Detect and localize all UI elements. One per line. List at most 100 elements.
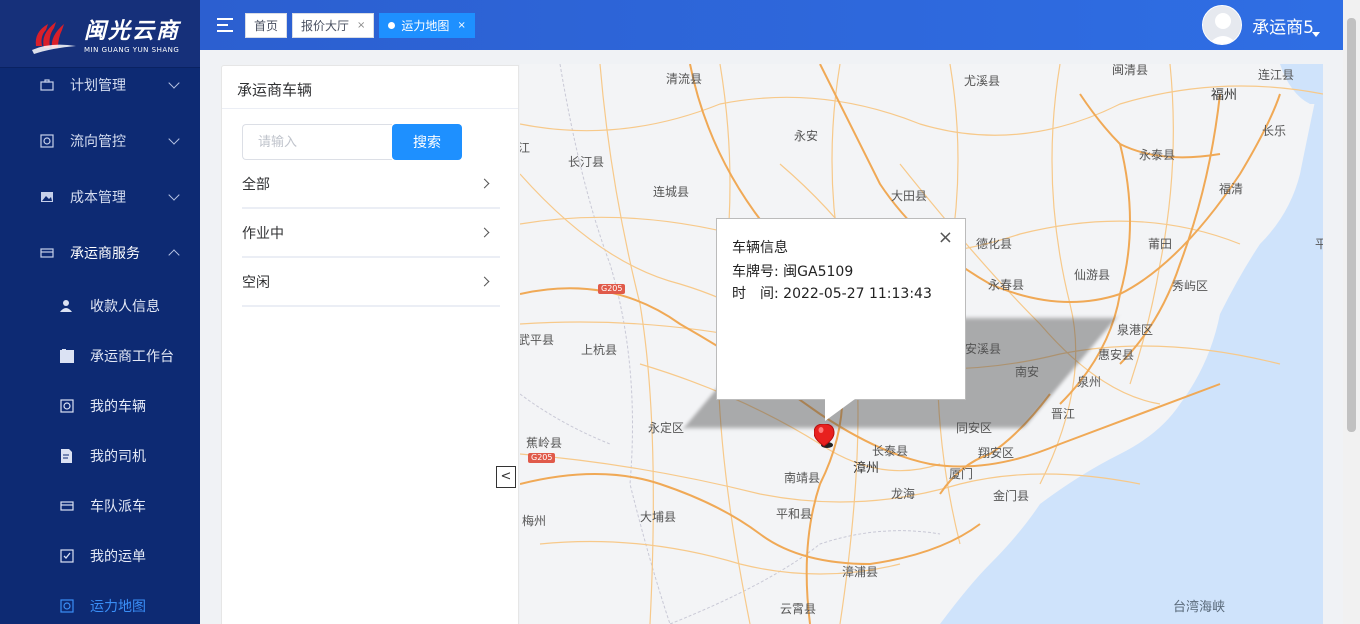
filter-label: 全部	[242, 176, 270, 193]
tab-home[interactable]: 首页	[245, 12, 288, 38]
map-label: 漳州	[853, 461, 880, 476]
map-label: 云霄县	[780, 602, 817, 616]
chevron-down-icon	[168, 77, 180, 89]
map-label: 金门县	[993, 489, 1030, 503]
panel-title: 承运商车辆	[222, 66, 518, 109]
sidebar-item-label: 运力地图	[90, 599, 146, 615]
scrollbar-thumb[interactable]	[1347, 18, 1356, 432]
map-label: 莆田	[1148, 237, 1173, 251]
user-icon	[60, 299, 74, 313]
driver-doc-icon	[60, 449, 74, 463]
panel-collapse-button[interactable]: <	[496, 466, 516, 488]
map-label: 连江县	[1258, 68, 1295, 82]
chevron-down-icon	[168, 133, 180, 145]
plate-value: 闽GA5109	[783, 264, 854, 280]
info-window-pointer	[825, 399, 855, 421]
map-label: 厦门	[949, 467, 974, 481]
brand-name-en: MIN GUANG YUN SHANG	[84, 46, 180, 54]
sidebar-item-capacity-map[interactable]: 运力地图	[0, 581, 200, 624]
user-name[interactable]: 承运商5	[1252, 13, 1314, 38]
map-label: 大田县	[891, 189, 928, 203]
sidebar-item-label: 我的司机	[90, 449, 146, 465]
menu-flow-control[interactable]: 流向管控	[0, 113, 200, 169]
map-label: 福清	[1219, 182, 1244, 196]
vehicle-icon	[60, 399, 74, 413]
time-value: 2022-05-27 11:13:43	[783, 286, 932, 302]
brand-name-cn: 闽光云商	[84, 18, 181, 44]
sidebar-item-label: 我的车辆	[90, 399, 146, 415]
map-label: 龙海	[891, 487, 916, 501]
map-label: 福州	[1211, 88, 1238, 103]
map-label: 翔安区	[978, 446, 1015, 460]
menu-cost-management[interactable]: 成本管理	[0, 169, 200, 225]
page-scrollbar[interactable]	[1343, 0, 1360, 624]
menu-plan-management[interactable]: 计划管理	[0, 57, 200, 113]
sidebar-item-label: 收款人信息	[90, 299, 160, 315]
sidebar-item-payee-info[interactable]: 收款人信息	[0, 281, 200, 331]
plate-label: 车牌号:	[732, 264, 779, 280]
time-line: 时 间: 2022-05-27 11:13:43	[732, 283, 932, 303]
map-label: 蕉岭县	[526, 436, 563, 450]
menu-toggle-icon[interactable]	[217, 18, 233, 32]
filter-working[interactable]: 作业中	[242, 209, 500, 258]
truck-icon	[40, 246, 54, 260]
briefcase-icon	[40, 78, 54, 92]
map-label: 惠安县	[1098, 348, 1135, 362]
map-label: 晋江	[1051, 407, 1076, 421]
sidebar: 闽光云商 MIN GUANG YUN SHANG 计划管理 流向管控 成本管理	[0, 0, 200, 624]
tab-label: 首页	[254, 18, 279, 33]
map-label: 长汀县	[568, 155, 605, 169]
map-label: 清流县	[666, 72, 703, 86]
search-input[interactable]	[242, 124, 392, 160]
sidebar-item-fleet-dispatch[interactable]: 车队派车	[0, 481, 200, 531]
map-label: 泉州	[1077, 375, 1102, 389]
avatar[interactable]	[1202, 5, 1243, 45]
map-label: 台湾海峡	[1173, 600, 1226, 615]
map-label: 平和县	[776, 507, 813, 521]
map-label: 武平县	[520, 333, 555, 347]
filter-all[interactable]: 全部	[242, 160, 500, 209]
close-icon[interactable]: ×	[357, 20, 365, 31]
road-shield: G205	[528, 453, 556, 463]
filter-label: 空闲	[242, 274, 270, 291]
vehicle-marker-icon[interactable]	[813, 423, 835, 450]
map-icon	[60, 599, 74, 613]
user-menu[interactable]: 承运商5	[1202, 5, 1320, 45]
active-dot-icon	[388, 21, 396, 29]
plate-line: 车牌号: 闽GA5109	[732, 261, 853, 281]
filter-list: 全部 作业中 空闲	[242, 160, 500, 307]
target-icon	[40, 134, 54, 148]
caret-down-icon[interactable]	[1312, 31, 1320, 37]
map-label: 大埔县	[640, 510, 677, 524]
tab-capacity-map[interactable]: 运力地图 ×	[379, 12, 475, 38]
map-label: 上杭县	[581, 343, 618, 357]
map-label: 南靖县	[784, 471, 821, 485]
sidebar-item-carrier-workbench[interactable]: 承运商工作台	[0, 331, 200, 381]
chevron-right-icon	[479, 227, 490, 238]
search-button[interactable]: 搜索	[392, 124, 462, 160]
map-label: 长乐	[1262, 124, 1287, 138]
sidebar-item-label: 承运商工作台	[90, 349, 174, 365]
map-label: 永定区	[648, 421, 685, 435]
road-shield: G205	[598, 284, 626, 294]
sidebar-item-my-drivers[interactable]: 我的司机	[0, 431, 200, 481]
map-label: 泉港区	[1117, 323, 1154, 337]
logo-mark-icon	[30, 10, 78, 58]
sidebar-item-my-vehicles[interactable]: 我的车辆	[0, 381, 200, 431]
sidebar-item-my-waybills[interactable]: 我的运单	[0, 531, 200, 581]
image-icon	[40, 190, 54, 204]
tab-quote-hall[interactable]: 报价大厅 ×	[292, 12, 375, 38]
map-label: 尤溪县	[964, 74, 1001, 88]
map-label: 秀屿区	[1172, 279, 1209, 293]
close-icon[interactable]: ×	[938, 227, 953, 248]
filter-label: 作业中	[242, 225, 284, 242]
sidebar-item-label: 车队派车	[90, 499, 146, 515]
menu-carrier-service[interactable]: 承运商服务	[0, 225, 200, 281]
close-icon[interactable]: ×	[457, 20, 465, 31]
info-window-title: 车辆信息	[732, 240, 788, 256]
menu-label: 计划管理	[70, 78, 126, 94]
chevron-up-icon	[168, 249, 180, 261]
filter-idle[interactable]: 空闲	[242, 258, 500, 307]
map-label: 闽清县	[1112, 64, 1149, 77]
chevron-right-icon	[479, 276, 490, 287]
